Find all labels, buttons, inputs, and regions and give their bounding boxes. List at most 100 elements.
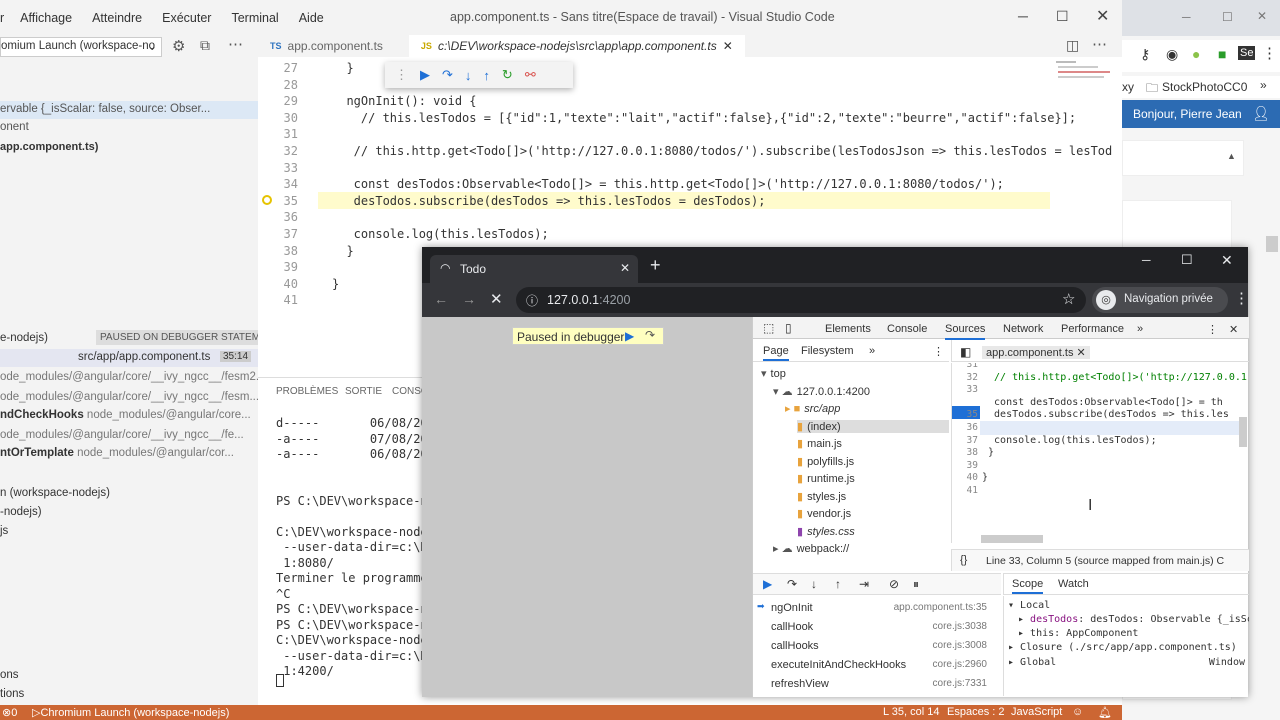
menu-item-view[interactable]: Affichage	[10, 11, 82, 25]
line-number[interactable]: 36	[952, 422, 978, 433]
menu-item-goto[interactable]: Atteindre	[82, 11, 152, 25]
close-button[interactable]: ✕	[1096, 6, 1109, 26]
tab-sources[interactable]: Sources	[945, 323, 986, 340]
scrollbar-thumb[interactable]	[1239, 417, 1247, 447]
close-button[interactable]: ✕	[1257, 9, 1267, 23]
gear-icon[interactable]: ⚙	[172, 37, 185, 55]
cursor-position[interactable]: L 35, col 14	[883, 706, 939, 718]
loaded-script[interactable]: n (workspace-nodejs)	[0, 487, 110, 499]
step-into-icon[interactable]: ↓	[811, 577, 817, 591]
tree-item[interactable]: ▮ polyfills.js	[797, 455, 854, 468]
line-number[interactable]: 39	[952, 460, 978, 471]
scope-global[interactable]: ▸ Global	[1008, 657, 1056, 668]
loaded-script[interactable]: js	[0, 525, 8, 537]
bookmark-folder[interactable]: StockPhotoCC0	[1162, 80, 1247, 94]
tab-filesystem[interactable]: Filesystem	[801, 345, 854, 357]
call-frame[interactable]: refreshView core.js:7331	[753, 676, 993, 693]
collapse-icon[interactable]: ▲	[1227, 151, 1236, 161]
step-over-icon[interactable]: ↷	[442, 67, 453, 83]
source-file-tab[interactable]: app.component.ts ✕	[982, 346, 1090, 359]
stop-icon[interactable]: ✕	[490, 290, 503, 308]
chevron-right-icon[interactable]: »	[1260, 78, 1267, 92]
device-toggle-icon[interactable]: ▯	[785, 321, 792, 335]
extension-icon[interactable]: ■	[1218, 46, 1226, 62]
loaded-script[interactable]: -nodejs)	[0, 506, 42, 518]
tree-item[interactable]: ▾ top	[761, 367, 786, 380]
forward-icon[interactable]: →	[462, 291, 476, 307]
close-button[interactable]: ✕	[1221, 252, 1233, 269]
inspect-icon[interactable]: ⬚	[763, 321, 774, 335]
callstack-frame[interactable]: ndCheckHooks node_modules/@angular/core.…	[0, 409, 251, 421]
line-number[interactable]: 34	[952, 397, 978, 408]
more-icon[interactable]: ⋯	[228, 35, 243, 53]
menu-item-run[interactable]: Exécuter	[152, 11, 221, 25]
line-number[interactable]: 38	[952, 447, 978, 458]
extension-icon[interactable]: ●	[1192, 46, 1200, 62]
menu-item-terminal[interactable]: Terminal	[221, 11, 288, 25]
bookmark-star-icon[interactable]: ☆	[1062, 290, 1075, 308]
line-number[interactable]: 32	[952, 372, 978, 383]
close-icon[interactable]: ✕	[1229, 323, 1238, 336]
call-frame[interactable]: callHooks core.js:3008	[753, 638, 993, 655]
browser-tab-todo[interactable]: ◠ Todo ✕	[430, 255, 638, 283]
line-number[interactable]: 33	[952, 384, 978, 395]
indentation[interactable]: Espaces : 2	[947, 706, 1004, 718]
variable-row-closure[interactable]: app.component.ts)	[0, 141, 98, 153]
pause-exceptions-icon[interactable]: ⏸︎	[913, 577, 919, 592]
line-number[interactable]: 35	[952, 409, 978, 420]
more-icon[interactable]: ⋯	[1092, 35, 1107, 53]
account-icon[interactable]: ◉	[1166, 46, 1178, 63]
incognito-badge[interactable]: ◎ Navigation privée	[1092, 287, 1228, 313]
deactivate-breakpoints-icon[interactable]: ⊘	[889, 577, 899, 591]
callstack-frame[interactable]: ntOrTemplate node_modules/@angular/cor..…	[0, 447, 234, 459]
pretty-print-icon[interactable]: {}	[960, 554, 967, 566]
menu-icon[interactable]: ⋮	[1207, 323, 1218, 336]
callstack-session[interactable]: e-nodejs)	[0, 332, 48, 344]
tab-app-component-ts[interactable]: TS app.component.ts	[258, 35, 395, 57]
close-icon[interactable]: ✕	[723, 39, 733, 53]
tree-item[interactable]: ▮ main.js	[797, 437, 842, 450]
drag-handle-icon[interactable]: ⋮	[395, 67, 408, 83]
step-into-icon[interactable]: ↓	[465, 68, 472, 83]
menu-icon[interactable]: ⋮	[1262, 44, 1277, 62]
h-scrollbar-thumb[interactable]	[981, 535, 1043, 543]
line-number[interactable]: 40	[952, 472, 978, 483]
minimize-button[interactable]: ─	[1018, 8, 1028, 24]
source-editor[interactable]: 31 32 // this.http.get<Todo[]>('http://12…	[951, 363, 1247, 543]
tree-item[interactable]: ▮ styles.js	[797, 490, 846, 503]
debug-console-icon[interactable]: ⧉	[200, 37, 210, 54]
key-icon[interactable]: ⚷	[1140, 46, 1150, 63]
tab-network[interactable]: Network	[1003, 323, 1043, 335]
address-bar[interactable]: ⓘ 127.0.0.1:4200 ☆	[516, 287, 1086, 313]
tab-page[interactable]: Page	[763, 345, 789, 361]
scope-var-this[interactable]: ▸ this: AppComponent	[1018, 628, 1138, 639]
user-greeting[interactable]: Bonjour, Pierre Jean	[1133, 107, 1242, 121]
callstack-frame-selected[interactable]: src/app/app.component.ts 35:14	[0, 349, 258, 367]
tab-console[interactable]: Console	[887, 323, 927, 335]
menu-item-partial[interactable]: r	[0, 11, 10, 25]
section-header[interactable]: tions	[0, 688, 24, 700]
tab-scope[interactable]: Scope	[1012, 578, 1044, 594]
tab-elements[interactable]: Elements	[825, 323, 871, 335]
callstack-frame[interactable]: ode_modules/@angular/core/__ivy_ngcc__/f…	[0, 391, 259, 403]
bookmark-item[interactable]: xy	[1122, 80, 1134, 94]
maximize-button[interactable]: ☐	[1181, 252, 1193, 268]
more-icon[interactable]: »	[869, 345, 875, 357]
tree-item[interactable]: ▮ vendor.js	[797, 507, 851, 520]
callstack-frame[interactable]: ode_modules/@angular/core/__ivy_ngcc__/f…	[0, 429, 244, 441]
tree-item[interactable]: ▮ runtime.js	[797, 472, 855, 485]
more-tabs-icon[interactable]: »	[1137, 323, 1143, 335]
resume-icon[interactable]: ▶	[763, 577, 772, 591]
call-frame[interactable]: callHook core.js:3038	[753, 619, 993, 636]
tree-item[interactable]: ▾ ☁ 127.0.0.1:4200	[773, 385, 870, 398]
scope-local[interactable]: ▾ Local	[1008, 600, 1050, 611]
line-number[interactable]: 37	[952, 435, 978, 446]
menu-icon[interactable]: ⋮	[933, 345, 944, 358]
restart-icon[interactable]: ↻	[502, 67, 513, 83]
close-icon[interactable]: ✕	[620, 261, 630, 275]
new-tab-button[interactable]: +	[650, 255, 661, 276]
variable-row-destodos[interactable]: ervable {_isScalar: false, source: Obser…	[0, 101, 258, 119]
scope-closure[interactable]: ▸ Closure (./src/app/app.component.ts)	[1008, 642, 1237, 653]
step-out-icon[interactable]: ↑	[835, 577, 841, 591]
tree-item[interactable]: ▮ (index)	[797, 419, 949, 433]
